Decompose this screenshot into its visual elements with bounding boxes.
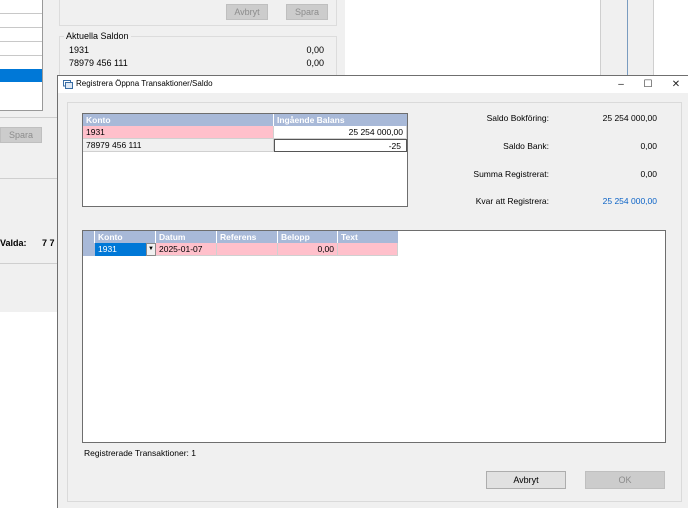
selected-value: 7 7: [42, 238, 55, 248]
column-header-belopp[interactable]: Belopp: [278, 231, 338, 243]
cell-datum[interactable]: 2025-01-07: [156, 243, 217, 256]
divider: [0, 263, 57, 264]
dialog-client-area: Konto Ingående Balans 1931 25 254 000,00…: [58, 93, 688, 508]
saldo-group: [59, 36, 337, 77]
background-save-button[interactable]: Spara: [286, 4, 328, 20]
saldo-amount: 0,00: [306, 58, 324, 68]
saldo-bokforing-label: Saldo Bokföring:: [486, 113, 549, 123]
title-bar[interactable]: Registrera Öppna Transaktioner/Saldo – ☐…: [58, 76, 688, 93]
window-app-icon: [63, 80, 73, 89]
list-item-selected[interactable]: [0, 69, 42, 82]
balance-grid[interactable]: Konto Ingående Balans 1931 25 254 000,00…: [82, 113, 408, 207]
transactions-grid[interactable]: Konto Datum Referens Belopp Text 1931 ▼ …: [82, 230, 666, 443]
dialog-title: Registrera Öppna Transaktioner/Saldo: [76, 79, 213, 88]
column-header-text[interactable]: Text: [338, 231, 398, 243]
cell-balans[interactable]: 25 254 000,00: [274, 126, 407, 139]
saldo-account: 78979 456 111: [69, 58, 128, 68]
saldo-bokforing-value: 25 254 000,00: [602, 113, 657, 123]
column-header-konto[interactable]: Konto: [95, 231, 156, 243]
cell-referens[interactable]: [217, 243, 278, 256]
saldo-group-title: Aktuella Saldon: [64, 31, 131, 41]
cell-balans-editing[interactable]: -25: [274, 139, 407, 152]
column-header-ingaende-balans[interactable]: Ingående Balans: [274, 114, 407, 126]
list-item[interactable]: [0, 0, 42, 14]
minimize-icon[interactable]: –: [614, 78, 628, 91]
row-header[interactable]: [83, 243, 95, 256]
maximize-icon[interactable]: ☐: [641, 78, 655, 91]
list-item[interactable]: [0, 56, 42, 70]
selected-label: Valda:: [0, 238, 27, 248]
close-icon[interactable]: ✕: [669, 78, 683, 91]
list-item[interactable]: [0, 42, 42, 56]
column-header-referens[interactable]: Referens: [217, 231, 278, 243]
saldo-account: 1931: [69, 45, 90, 55]
column-header-datum[interactable]: Datum: [156, 231, 217, 243]
saldo-bank-label: Saldo Bank:: [503, 141, 549, 151]
cell-konto-combobox[interactable]: 1931 ▼: [95, 243, 156, 256]
cell-belopp[interactable]: 0,00: [278, 243, 338, 256]
cell-konto[interactable]: 78979 456 111: [83, 139, 274, 152]
column-header-konto[interactable]: Konto: [83, 114, 274, 126]
background-cancel-button[interactable]: Avbryt: [226, 4, 268, 20]
ok-button[interactable]: OK: [585, 471, 665, 489]
cell-text[interactable]: [338, 243, 398, 256]
saldo-bank-value: 0,00: [640, 141, 657, 151]
summa-registrerat-value: 0,00: [640, 169, 657, 179]
status-text: Registrerade Transaktioner: 1: [84, 448, 196, 458]
kvar-att-registrera-value: 25 254 000,00: [602, 196, 657, 206]
list-item[interactable]: [0, 28, 42, 42]
cell-konto-value: 1931: [98, 244, 117, 254]
row-header-corner: [83, 231, 95, 243]
scroll-track: [627, 0, 628, 76]
background-list[interactable]: [0, 0, 43, 111]
divider: [0, 178, 57, 179]
register-dialog: Registrera Öppna Transaktioner/Saldo – ☐…: [57, 75, 688, 508]
chevron-down-icon[interactable]: ▼: [146, 243, 156, 256]
list-item[interactable]: [0, 14, 42, 28]
saldo-amount: 0,00: [306, 45, 324, 55]
cell-konto[interactable]: 1931: [83, 126, 274, 139]
background-left-save-button[interactable]: Spara: [0, 127, 42, 143]
cancel-button[interactable]: Avbryt: [486, 471, 566, 489]
summa-registrerat-label: Summa Registrerat:: [473, 169, 549, 179]
kvar-att-registrera-label: Kvar att Registrera:: [475, 196, 549, 206]
divider: [0, 117, 57, 118]
